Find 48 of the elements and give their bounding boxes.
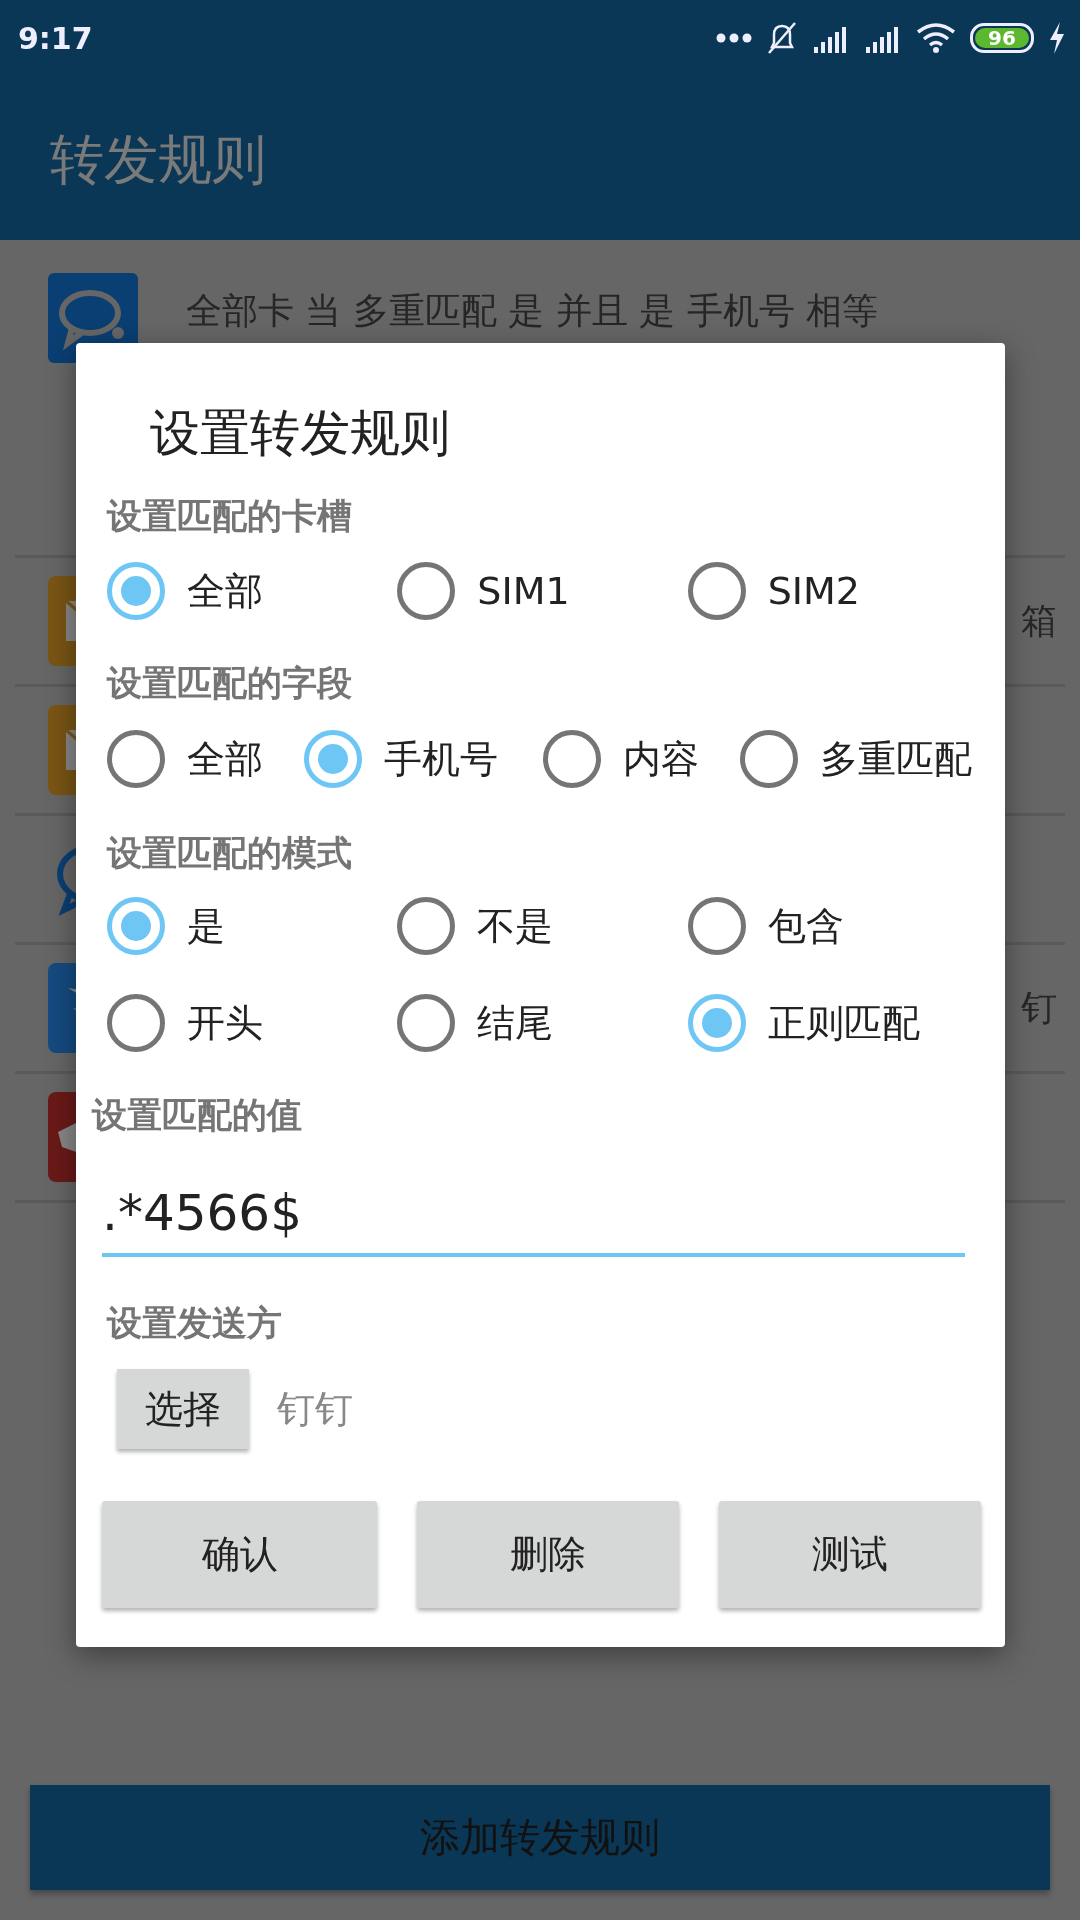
radio-option[interactable]: 不是 — [397, 894, 688, 958]
sender-value: 钉钉 — [277, 1385, 353, 1433]
charging-bolt-icon — [1048, 22, 1066, 54]
radio-option[interactable]: 手机号 — [304, 727, 543, 791]
section-label: 设置匹配的字段 — [107, 662, 353, 705]
app-bar-title: 转发规则 — [50, 127, 267, 193]
section-label: 设置匹配的模式 — [107, 832, 353, 875]
option-label: 开头 — [187, 999, 263, 1047]
option-label: 内容 — [623, 735, 699, 783]
rule-text: 箱 — [1021, 601, 1057, 641]
option-label: SIM2 — [767, 569, 860, 613]
radio-option[interactable]: SIM1 — [397, 559, 688, 623]
radio-option[interactable]: 是 — [107, 894, 398, 958]
option-label: 手机号 — [384, 735, 498, 783]
muted-bell-icon — [766, 21, 798, 55]
radio-option[interactable]: 全部 — [107, 559, 398, 623]
option-label: 全部 — [187, 735, 263, 783]
option-label: 包含 — [767, 902, 844, 950]
option-label: 结尾 — [477, 999, 554, 1047]
radio-option[interactable]: 内容 — [543, 727, 740, 791]
radio-option[interactable]: 多重匹配 — [740, 727, 978, 791]
dialog-button[interactable]: 确认 — [102, 1501, 377, 1608]
value-input-field[interactable]: .*4566$ — [102, 1173, 965, 1257]
option-label: 是 — [187, 902, 225, 950]
more-dots-icon — [716, 33, 752, 43]
radio-option[interactable]: 开头 — [107, 991, 398, 1055]
rule-text: 钉 — [1021, 988, 1057, 1028]
option-label: 正则匹配 — [767, 999, 920, 1047]
dialog-button[interactable]: 测试 — [719, 1501, 981, 1608]
section-label: 设置匹配的值 — [92, 1094, 303, 1137]
wifi-icon — [916, 22, 956, 54]
status-time: 9:17 — [18, 20, 93, 56]
radio-option[interactable]: 正则匹配 — [687, 991, 978, 1055]
rule-text: 全部卡 当 多重匹配 是 并且 是 手机号 相等 — [186, 291, 879, 331]
dialog-button[interactable]: 删除 — [417, 1501, 679, 1608]
option-label: 不是 — [477, 902, 554, 950]
radio-option[interactable]: 全部 — [107, 727, 304, 791]
radio-option[interactable]: 包含 — [687, 894, 978, 958]
option-label: SIM1 — [477, 569, 570, 613]
option-label: 多重匹配 — [820, 735, 972, 783]
dialog-title: 设置转发规则 — [150, 403, 451, 463]
radio-option[interactable]: 结尾 — [397, 991, 688, 1055]
section-label: 设置发送方 — [107, 1302, 283, 1345]
section-label: 设置匹配的卡槽 — [107, 495, 353, 538]
radio-option[interactable]: SIM2 — [687, 559, 978, 623]
option-label: 全部 — [187, 567, 263, 615]
battery-icon: 96 — [970, 23, 1034, 53]
choose-button[interactable]: 选择 — [117, 1369, 249, 1449]
